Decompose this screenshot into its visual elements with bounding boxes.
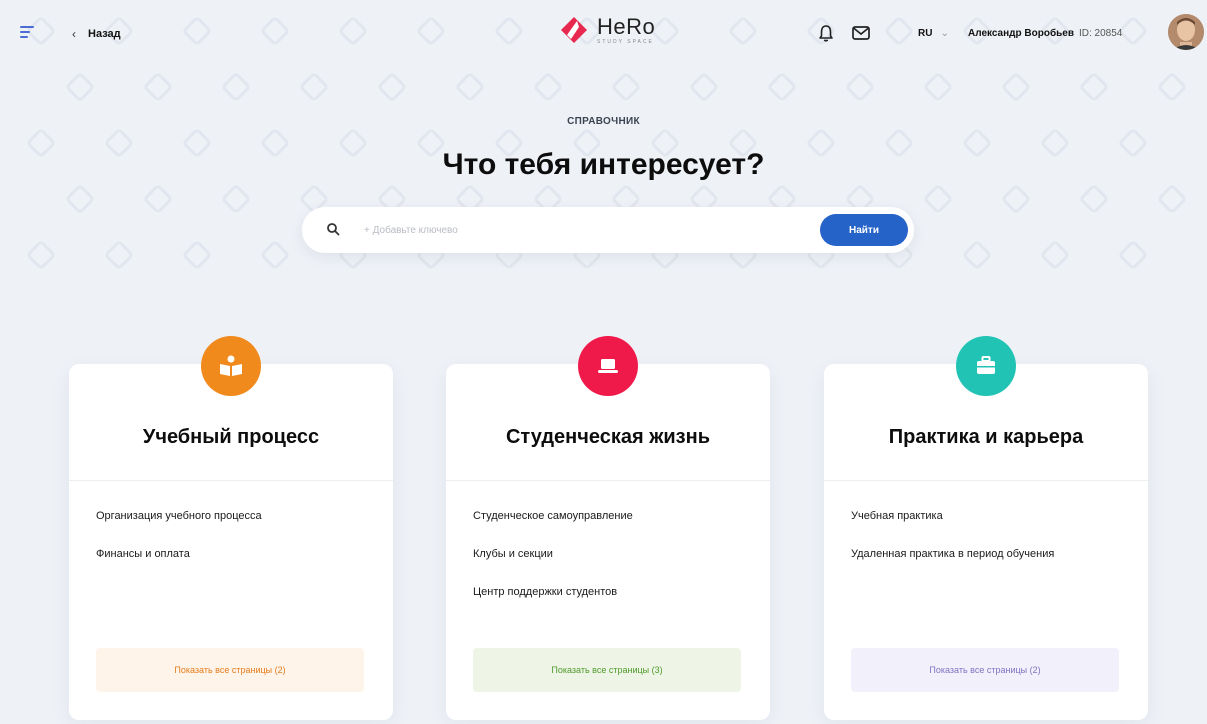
card-divider [446,480,770,481]
pattern-shape [103,239,135,271]
pattern-shape [259,239,291,271]
pattern-shape [220,71,252,103]
briefcase-icon [977,356,995,374]
card-link[interactable]: Учебная практика [851,510,1054,548]
pattern-shape [142,183,174,215]
pattern-shape [142,71,174,103]
chevron-left-icon: ‹ [72,27,76,41]
pattern-shape [1000,71,1032,103]
logo-subtitle: STUDY SPACE [597,38,654,45]
card-link[interactable]: Удаленная практика в период обучения [851,548,1054,586]
card-links: Учебная практика Удаленная практика в пе… [851,510,1054,586]
pattern-shape [1156,71,1188,103]
user-id: ID: 20854 [1078,28,1123,39]
pattern-shape [610,71,642,103]
category-icon-badge [201,336,261,396]
pattern-shape [64,183,96,215]
pattern-shape [64,71,96,103]
pattern-shape [688,71,720,103]
card-link[interactable]: Центр поддержки студентов [473,586,633,624]
chevron-down-icon: ⌄ [940,28,949,39]
pattern-shape [766,71,798,103]
pattern-shape [1000,183,1032,215]
pattern-shape [298,71,330,103]
user-info[interactable]: Александр Воробьев ID: 20854 [968,28,1122,39]
logo[interactable]: HeRo STUDY SPACE [557,13,655,47]
category-icon-badge [956,336,1016,396]
pattern-shape [1117,239,1149,271]
card-links: Организация учебного процесса Финансы и … [96,510,262,586]
pattern-shape [532,71,564,103]
back-label: Назад [88,28,121,40]
section-eyebrow: СПРАВОЧНИК [567,116,640,127]
card-link[interactable]: Студенческое самоуправление [473,510,633,548]
user-name: Александр Воробьев [968,28,1074,39]
pattern-shape [922,183,954,215]
pattern-shape [376,71,408,103]
category-icon-badge [578,336,638,396]
language-selector[interactable]: RU ⌄ [918,28,949,39]
back-button[interactable]: ‹ Назад [72,27,121,41]
avatar[interactable] [1168,14,1204,50]
show-all-pages-button[interactable]: Показать все страницы (3) [473,648,741,692]
laptop-icon [598,359,618,373]
logo-brand: HeRo [597,13,656,39]
category-card-student-life: Студенческая жизнь Студенческое самоупра… [446,336,770,720]
bell-icon[interactable] [818,24,834,42]
category-card-career: Практика и карьера Учебная практика Удал… [824,336,1148,720]
card-title: Студенческая жизнь [505,426,710,448]
pattern-shape [181,239,213,271]
pattern-shape [25,239,57,271]
card-links: Студенческое самоуправление Клубы и секц… [473,510,633,624]
menu-icon[interactable] [20,26,38,40]
book-reader-icon [220,355,242,376]
page-title: Что тебя интересует? [442,148,765,181]
pattern-shape [454,71,486,103]
pattern-shape [1078,183,1110,215]
language-value: RU [918,28,933,39]
search-bar: Найти [302,207,914,253]
logo-icon [561,17,587,43]
search-button[interactable]: Найти [820,214,908,246]
show-all-pages-button[interactable]: Показать все страницы (2) [851,648,1119,692]
card-title: Практика и карьера [888,426,1084,448]
pattern-shape [1078,71,1110,103]
category-card-study: Учебный процесс Организация учебного про… [69,336,393,720]
card-link[interactable]: Финансы и оплата [96,548,262,586]
pattern-shape [844,71,876,103]
pattern-shape [961,239,993,271]
mail-icon[interactable] [852,26,870,40]
card-divider [69,480,393,481]
card-link[interactable]: Организация учебного процесса [96,510,262,548]
avatar-image [1168,14,1204,50]
pattern-shape [1156,183,1188,215]
top-header: ‹ Назад HeRo STUDY SPACE RU ⌄ Александр … [0,0,1207,76]
pattern-shape [922,71,954,103]
card-link[interactable]: Клубы и секции [473,548,633,586]
card-divider [824,480,1148,481]
search-icon [327,223,340,236]
pattern-shape [220,183,252,215]
show-all-pages-button[interactable]: Показать все страницы (2) [96,648,364,692]
search-input[interactable] [364,220,784,240]
card-title: Учебный процесс [142,426,320,448]
pattern-shape [1039,239,1071,271]
